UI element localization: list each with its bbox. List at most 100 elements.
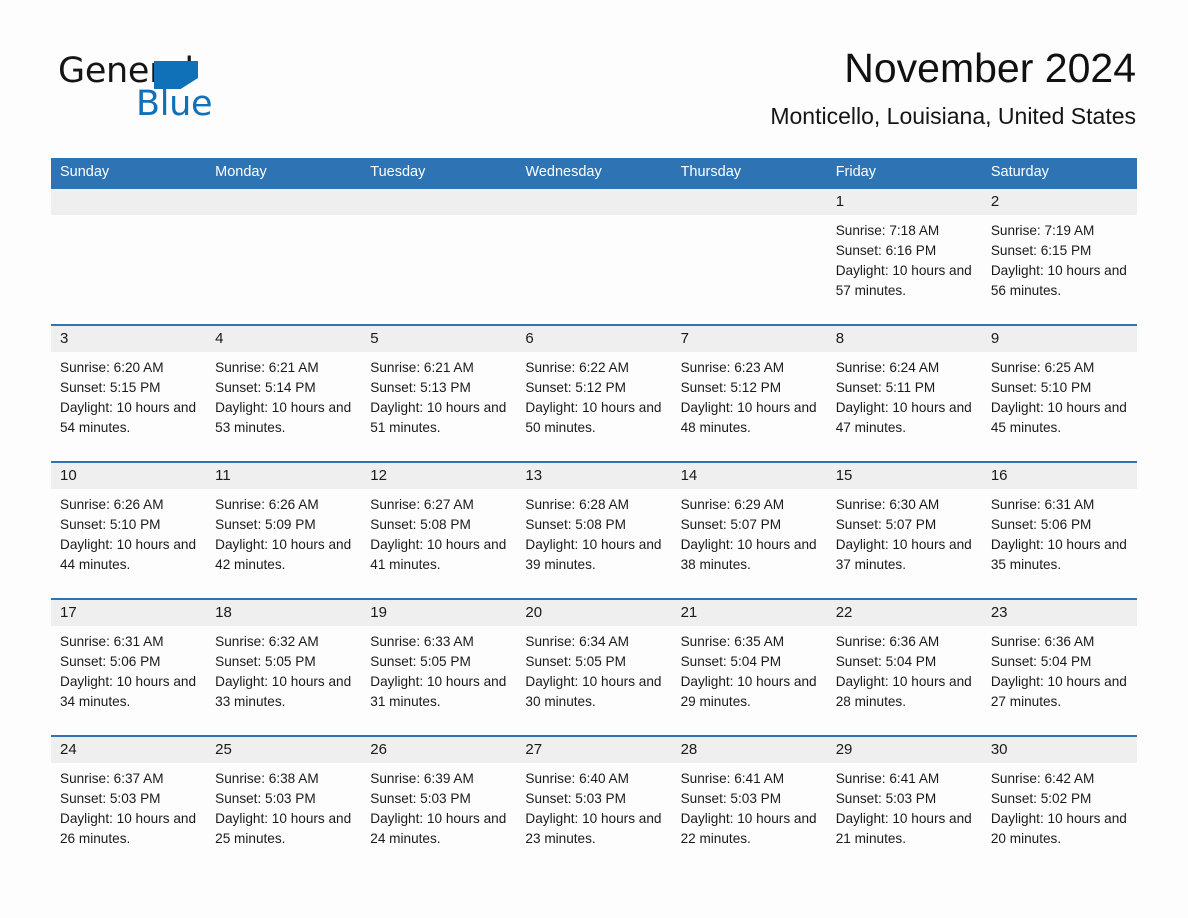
- day-number[interactable]: 9: [982, 326, 1137, 352]
- daylight-text: Daylight: 10 hours and 29 minutes.: [680, 674, 817, 709]
- sunset-text: Sunset: 5:03 PM: [680, 791, 782, 806]
- day-cell[interactable]: Sunrise: 6:31 AM Sunset: 5:06 PM Dayligh…: [51, 626, 206, 735]
- sunrise-text: Sunrise: 6:31 AM: [60, 634, 164, 649]
- sunrise-text: Sunrise: 6:38 AM: [215, 771, 319, 786]
- day-cell[interactable]: Sunrise: 7:19 AM Sunset: 6:15 PM Dayligh…: [982, 215, 1137, 324]
- day-cell[interactable]: Sunrise: 6:35 AM Sunset: 5:04 PM Dayligh…: [672, 626, 827, 735]
- day-number[interactable]: 13: [516, 463, 671, 489]
- sunrise-text: Sunrise: 6:34 AM: [525, 634, 629, 649]
- day-number[interactable]: [361, 189, 516, 215]
- sunrise-text: Sunrise: 6:22 AM: [525, 360, 629, 375]
- day-cell[interactable]: Sunrise: 6:36 AM Sunset: 5:04 PM Dayligh…: [827, 626, 982, 735]
- day-number[interactable]: 24: [51, 737, 206, 763]
- day-cell[interactable]: Sunrise: 6:26 AM Sunset: 5:10 PM Dayligh…: [51, 489, 206, 598]
- daylight-text: Daylight: 10 hours and 25 minutes.: [215, 811, 352, 846]
- sunrise-text: Sunrise: 6:40 AM: [525, 771, 629, 786]
- day-number[interactable]: 11: [206, 463, 361, 489]
- daylight-text: Daylight: 10 hours and 42 minutes.: [215, 537, 352, 572]
- day-cell[interactable]: Sunrise: 6:41 AM Sunset: 5:03 PM Dayligh…: [672, 763, 827, 872]
- sunset-text: Sunset: 5:02 PM: [990, 791, 1092, 806]
- daylight-text: Daylight: 10 hours and 45 minutes.: [990, 400, 1127, 435]
- day-cell[interactable]: Sunrise: 6:37 AM Sunset: 5:03 PM Dayligh…: [51, 763, 206, 872]
- day-number[interactable]: 17: [51, 600, 206, 626]
- day-number[interactable]: 16: [982, 463, 1137, 489]
- daylight-text: Daylight: 10 hours and 31 minutes.: [370, 674, 507, 709]
- day-cell[interactable]: Sunrise: 6:26 AM Sunset: 5:09 PM Dayligh…: [206, 489, 361, 598]
- day-cell[interactable]: Sunrise: 6:40 AM Sunset: 5:03 PM Dayligh…: [516, 763, 671, 872]
- day-number[interactable]: 21: [672, 600, 827, 626]
- day-number[interactable]: 2: [982, 189, 1137, 215]
- week-row: 3 4 5 6 7 8 9 Sunrise: 6:20 AM Sunset: 5…: [51, 324, 1137, 461]
- page-title: November 2024: [844, 45, 1136, 91]
- day-cell[interactable]: Sunrise: 7:18 AM Sunset: 6:16 PM Dayligh…: [827, 215, 982, 324]
- day-cell[interactable]: Sunrise: 6:36 AM Sunset: 5:04 PM Dayligh…: [982, 626, 1137, 735]
- day-cell[interactable]: Sunrise: 6:39 AM Sunset: 5:03 PM Dayligh…: [361, 763, 516, 872]
- sunset-text: Sunset: 6:15 PM: [990, 243, 1092, 258]
- dow-thursday: Thursday: [680, 164, 742, 180]
- sunset-text: Sunset: 5:14 PM: [215, 380, 316, 395]
- day-number[interactable]: 1: [827, 189, 982, 215]
- day-number[interactable]: 4: [206, 326, 361, 352]
- sunrise-text: Sunrise: 6:26 AM: [215, 497, 319, 512]
- day-number[interactable]: 27: [516, 737, 671, 763]
- day-cell[interactable]: Sunrise: 6:27 AM Sunset: 5:08 PM Dayligh…: [361, 489, 516, 598]
- day-number[interactable]: [206, 189, 361, 215]
- day-number[interactable]: 23: [982, 600, 1137, 626]
- day-cell[interactable]: Sunrise: 6:21 AM Sunset: 5:14 PM Dayligh…: [206, 352, 361, 461]
- day-cell[interactable]: Sunrise: 6:33 AM Sunset: 5:05 PM Dayligh…: [361, 626, 516, 735]
- day-number[interactable]: 14: [672, 463, 827, 489]
- day-cell[interactable]: Sunrise: 6:20 AM Sunset: 5:15 PM Dayligh…: [51, 352, 206, 461]
- day-number[interactable]: 18: [206, 600, 361, 626]
- day-number[interactable]: [51, 189, 206, 215]
- day-number[interactable]: 29: [827, 737, 982, 763]
- day-cell[interactable]: Sunrise: 6:29 AM Sunset: 5:07 PM Dayligh…: [672, 489, 827, 598]
- day-number[interactable]: 10: [51, 463, 206, 489]
- sunset-text: Sunset: 5:09 PM: [215, 517, 316, 532]
- day-number[interactable]: 28: [672, 737, 827, 763]
- sunset-text: Sunset: 5:06 PM: [60, 654, 161, 669]
- day-cell[interactable]: Sunrise: 6:25 AM Sunset: 5:10 PM Dayligh…: [982, 352, 1137, 461]
- day-cell[interactable]: Sunrise: 6:21 AM Sunset: 5:13 PM Dayligh…: [361, 352, 516, 461]
- day-number[interactable]: 3: [51, 326, 206, 352]
- day-number[interactable]: 6: [516, 326, 671, 352]
- day-number[interactable]: 22: [827, 600, 982, 626]
- dow-wednesday: Wednesday: [525, 164, 602, 180]
- sunrise-text: Sunrise: 6:42 AM: [990, 771, 1095, 786]
- day-cell[interactable]: [516, 215, 671, 324]
- day-cell[interactable]: Sunrise: 6:32 AM Sunset: 5:05 PM Dayligh…: [206, 626, 361, 735]
- day-cell[interactable]: [51, 215, 206, 324]
- day-number[interactable]: 15: [827, 463, 982, 489]
- day-cell[interactable]: Sunrise: 6:22 AM Sunset: 5:12 PM Dayligh…: [516, 352, 671, 461]
- day-cell[interactable]: Sunrise: 6:41 AM Sunset: 5:03 PM Dayligh…: [827, 763, 982, 872]
- day-number[interactable]: 7: [672, 326, 827, 352]
- day-number[interactable]: [672, 189, 827, 215]
- sunrise-text: Sunrise: 6:36 AM: [835, 634, 940, 649]
- day-cell[interactable]: Sunrise: 6:30 AM Sunset: 5:07 PM Dayligh…: [827, 489, 982, 598]
- sunrise-text: Sunrise: 6:21 AM: [370, 360, 474, 375]
- day-cell[interactable]: Sunrise: 6:31 AM Sunset: 5:06 PM Dayligh…: [982, 489, 1137, 598]
- daylight-text: Daylight: 10 hours and 28 minutes.: [835, 674, 972, 709]
- day-number[interactable]: 5: [361, 326, 516, 352]
- day-number[interactable]: 12: [361, 463, 516, 489]
- day-cell[interactable]: [361, 215, 516, 324]
- day-cell[interactable]: Sunrise: 6:23 AM Sunset: 5:12 PM Dayligh…: [672, 352, 827, 461]
- day-number[interactable]: 25: [206, 737, 361, 763]
- day-number[interactable]: 30: [982, 737, 1137, 763]
- daylight-text: Daylight: 10 hours and 21 minutes.: [835, 811, 972, 846]
- general-blue-logo[interactable]: General Blue: [58, 52, 358, 132]
- day-number[interactable]: 19: [361, 600, 516, 626]
- day-cell[interactable]: [672, 215, 827, 324]
- day-number[interactable]: 8: [827, 326, 982, 352]
- day-cell[interactable]: Sunrise: 6:34 AM Sunset: 5:05 PM Dayligh…: [516, 626, 671, 735]
- week-day-details: Sunrise: 6:20 AM Sunset: 5:15 PM Dayligh…: [51, 352, 1137, 461]
- day-cell[interactable]: [206, 215, 361, 324]
- day-number[interactable]: 26: [361, 737, 516, 763]
- day-number[interactable]: [516, 189, 671, 215]
- day-cell[interactable]: Sunrise: 6:42 AM Sunset: 5:02 PM Dayligh…: [982, 763, 1137, 872]
- dow-sunday: Sunday: [60, 164, 110, 180]
- day-number[interactable]: 20: [516, 600, 671, 626]
- day-cell[interactable]: Sunrise: 6:24 AM Sunset: 5:11 PM Dayligh…: [827, 352, 982, 461]
- day-cell[interactable]: Sunrise: 6:28 AM Sunset: 5:08 PM Dayligh…: [516, 489, 671, 598]
- day-cell[interactable]: Sunrise: 6:38 AM Sunset: 5:03 PM Dayligh…: [206, 763, 361, 872]
- sunset-text: Sunset: 5:04 PM: [990, 654, 1092, 669]
